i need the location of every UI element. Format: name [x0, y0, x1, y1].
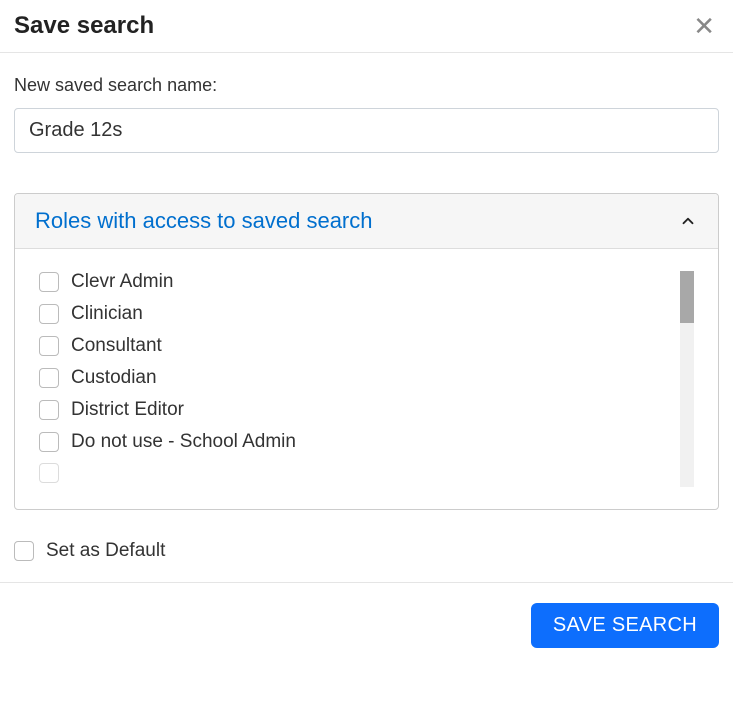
scrollbar-thumb[interactable]	[680, 271, 694, 323]
search-name-input[interactable]	[14, 108, 719, 153]
roles-list: Clevr Admin Clinician Consultant Custodi…	[39, 271, 694, 489]
chevron-up-icon	[678, 211, 698, 231]
role-checkbox[interactable]	[39, 368, 59, 388]
role-label: Custodian	[71, 367, 157, 389]
role-checkbox[interactable]	[39, 400, 59, 420]
accordion-header[interactable]: Roles with access to saved search	[15, 194, 718, 249]
role-checkbox[interactable]	[39, 336, 59, 356]
set-default-checkbox[interactable]	[14, 541, 34, 561]
save-search-button[interactable]: SAVE SEARCH	[531, 603, 719, 648]
roles-accordion: Roles with access to saved search Clevr …	[14, 193, 719, 510]
list-item: Consultant	[39, 335, 694, 357]
role-label: District Editor	[71, 399, 184, 421]
role-checkbox[interactable]	[39, 463, 59, 483]
role-label: Clevr Admin	[71, 271, 173, 293]
role-label: Clinician	[71, 303, 143, 325]
list-item: Clinician	[39, 303, 694, 325]
accordion-title: Roles with access to saved search	[35, 208, 373, 234]
close-button[interactable]: ✕	[689, 13, 719, 39]
role-checkbox[interactable]	[39, 432, 59, 452]
set-default-label: Set as Default	[46, 540, 165, 562]
role-label: Do not use - School Admin	[71, 431, 296, 453]
modal-title: Save search	[14, 12, 154, 40]
modal-footer: SAVE SEARCH	[0, 582, 733, 662]
list-item: Custodian	[39, 367, 694, 389]
list-item	[39, 463, 694, 483]
list-item: Clevr Admin	[39, 271, 694, 293]
scrollbar[interactable]	[680, 271, 694, 487]
modal-body: New saved search name: Roles with access…	[0, 53, 733, 582]
role-checkbox[interactable]	[39, 304, 59, 324]
roles-list-container: Clevr Admin Clinician Consultant Custodi…	[15, 249, 718, 509]
set-default-row: Set as Default	[14, 540, 719, 562]
modal-header: Save search ✕	[0, 0, 733, 53]
role-checkbox[interactable]	[39, 272, 59, 292]
list-item: Do not use - School Admin	[39, 431, 694, 453]
close-icon: ✕	[693, 11, 715, 41]
role-label: Consultant	[71, 335, 162, 357]
search-name-label: New saved search name:	[14, 75, 719, 96]
list-item: District Editor	[39, 399, 694, 421]
